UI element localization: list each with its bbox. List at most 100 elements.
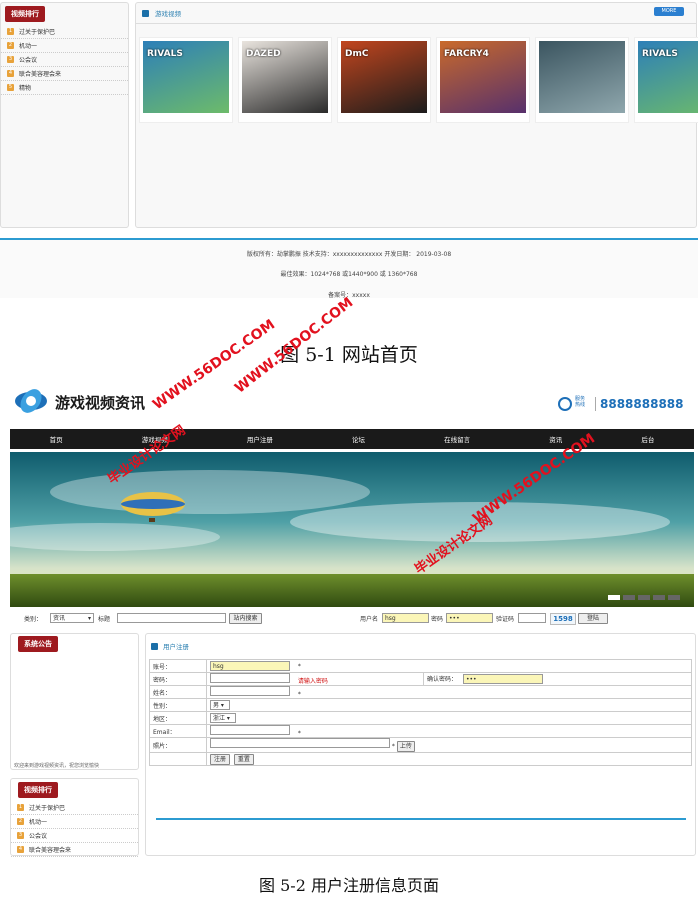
video-thumbnail[interactable]: DAZED: [238, 37, 332, 123]
site-logo-icon: [13, 386, 49, 416]
password-field-label: 密码：: [149, 672, 207, 686]
video-cover-image: RIVALS: [638, 41, 698, 113]
nav-item[interactable]: 后台: [641, 434, 654, 444]
gender-select[interactable]: 男 ▾: [210, 700, 230, 710]
rank-number-badge: 2: [7, 42, 14, 49]
register-title: 用户注册: [163, 643, 189, 651]
gender-label: 性别：: [149, 698, 207, 712]
register-form: 账号： hsg * 密码： 请输入密码 确认密码： ••• 姓名： * 性别： …: [149, 659, 692, 766]
figure1-caption: 图 5-1 网站首页: [280, 344, 418, 366]
site-title: 游戏视频资讯: [55, 394, 146, 412]
video-rank-list: 1 过关于保护巴 2 机动一 3 公会议 4 联合美容理会来 5 精物: [1, 25, 128, 95]
rank2-item[interactable]: 1 过关于保护巴: [11, 801, 138, 815]
rank-item-label: 过关于保护巴: [19, 29, 56, 36]
notice-tab: 系统公告: [18, 636, 58, 652]
video-rank-list-2: 1 过关于保护巴 2 机动一 3 公会议 4 联合美容理会来: [11, 801, 138, 857]
video-cover-label: FARCRY4: [444, 49, 489, 59]
video-thumbnail[interactable]: [535, 37, 629, 123]
username-input[interactable]: hsg: [382, 613, 429, 623]
game-video-panel: 游戏视频 MORE RIVALS DAZED DmC FARCRY4 RIVALS: [135, 2, 698, 228]
more-button[interactable]: MORE: [654, 7, 684, 16]
figure-register-page: 游戏视频资讯 服务 热线 8888888888 首页 游戏视频 用户注册 论坛 在线留言…: [10, 384, 696, 857]
nav-item[interactable]: 论坛: [352, 434, 365, 444]
rank-item-label: 过关于保护巴: [29, 805, 66, 812]
username-label: 用户名: [360, 616, 379, 623]
title-label: 标题: [98, 616, 111, 623]
name-input[interactable]: [210, 686, 290, 696]
rank-number-badge: 3: [17, 832, 24, 839]
video-thumbnail[interactable]: DmC: [337, 37, 431, 123]
account-required-mark: *: [297, 663, 301, 670]
rank-number-badge: 1: [7, 28, 14, 35]
upload-button[interactable]: 上传: [396, 741, 415, 752]
section-icon: [142, 9, 149, 17]
title-search-input[interactable]: [117, 613, 226, 623]
confirm-password-label: 确认密码：: [427, 676, 458, 683]
rank-item-label: 联合美容理会来: [29, 847, 72, 854]
video-cover-image: RIVALS: [143, 41, 229, 113]
nav-item[interactable]: 首页: [50, 434, 63, 444]
site-search-button[interactable]: 站内搜索: [229, 613, 262, 624]
email-input[interactable]: [210, 725, 290, 735]
rank-number-badge: 5: [7, 84, 14, 91]
name-label: 姓名：: [149, 685, 207, 699]
video-thumbnail[interactable]: FARCRY4: [436, 37, 530, 123]
video-rank-tab: 视频排行: [5, 6, 45, 22]
category-select[interactable]: 资讯 ▾: [50, 613, 94, 623]
video-cover-label: RIVALS: [642, 49, 678, 59]
rank1-item[interactable]: 3 公会议: [1, 53, 128, 67]
captcha-code[interactable]: 1598: [550, 613, 576, 625]
video-thumbnail[interactable]: RIVALS: [139, 37, 233, 123]
reset-button[interactable]: 重置: [233, 753, 254, 765]
video-cover-image: DmC: [341, 41, 427, 113]
section-title: 游戏视频: [155, 10, 181, 18]
rank-item-label: 公会议: [19, 57, 38, 64]
password-field-input[interactable]: [210, 673, 290, 683]
video-cover-label: DAZED: [246, 49, 281, 59]
rank-item-label: 精物: [19, 85, 32, 92]
password-input[interactable]: •••: [446, 613, 493, 623]
rank-number-badge: 2: [17, 818, 24, 825]
rank-number-badge: 1: [17, 804, 24, 811]
captcha-input[interactable]: [518, 613, 546, 623]
region-select[interactable]: 浙江 ▾: [210, 713, 236, 723]
rank2-item[interactable]: 4 联合美容理会来: [11, 843, 138, 857]
register-button[interactable]: 注册: [210, 753, 230, 765]
video-rank-panel: 视频排行 1 过关于保护巴 2 机动一 3 公会议 4 联合美容理会来 5 精物: [0, 2, 129, 228]
rank-item-label: 公会议: [29, 833, 48, 840]
video-rank-tab-2: 视频排行: [18, 782, 58, 798]
photo-path-input[interactable]: [210, 738, 390, 748]
rank1-item[interactable]: 5 精物: [1, 81, 128, 95]
hotline-label-2: 热线: [575, 402, 586, 408]
rank1-item[interactable]: 4 联合美容理会来: [1, 67, 128, 81]
photo-label: 照片：: [149, 737, 207, 753]
rank-number-badge: 4: [17, 846, 24, 853]
email-label: Email：: [149, 724, 207, 738]
rank-number-badge: 4: [7, 70, 14, 77]
account-input[interactable]: hsg: [210, 661, 290, 671]
rank2-item[interactable]: 2 机动一: [11, 815, 138, 829]
video-cover-image: FARCRY4: [440, 41, 526, 113]
nav-item[interactable]: 用户注册: [247, 434, 273, 444]
password-hint: 请输入密码: [297, 678, 328, 685]
nav-item[interactable]: 资讯: [549, 434, 562, 444]
rank1-item[interactable]: 1 过关于保护巴: [1, 25, 128, 39]
video-rank-panel-2: 视频排行 1 过关于保护巴 2 机动一 3 公会议 4 联合美容理会来: [10, 778, 139, 857]
login-button[interactable]: 登陆: [578, 613, 608, 624]
rank-number-badge: 3: [7, 56, 14, 63]
account-label: 账号：: [149, 659, 207, 673]
footer-copyright: 版权所有：劫掌鹏振 技术支持：xxxxxxxxxxxxxx 开发日期： 2019…: [246, 251, 452, 258]
register-section-icon: [151, 642, 158, 650]
video-cover-image: DAZED: [242, 41, 328, 113]
hotline-number: 8888888888: [600, 397, 684, 411]
rank2-item[interactable]: 3 公会议: [11, 829, 138, 843]
search-login-bar: 类别： 资讯 ▾ 标题 站内搜索 用户名 hsg 密码 ••• 验证码 1598 …: [10, 612, 694, 628]
phone-icon: [558, 397, 572, 411]
video-thumbnail[interactable]: RIVALS: [634, 37, 698, 123]
category-label: 类别：: [24, 616, 43, 623]
rank-item-label: 机动一: [29, 819, 48, 826]
rank1-item[interactable]: 2 机动一: [1, 39, 128, 53]
nav-item[interactable]: 在线留言: [444, 434, 470, 444]
region-label: 地区：: [149, 711, 207, 725]
confirm-password-input[interactable]: •••: [462, 674, 543, 684]
